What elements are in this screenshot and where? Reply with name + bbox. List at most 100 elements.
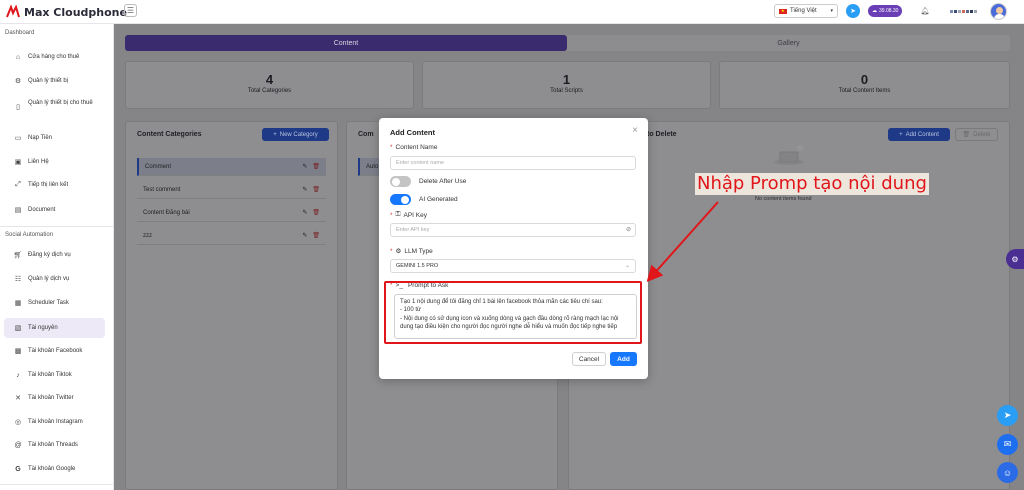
sidebar-item-twitter[interactable]: ✕ Tài khoản Twitter (4, 389, 105, 407)
sidebar-section-social: Social Automation (5, 232, 54, 238)
eye-off-icon[interactable]: ⊘ (626, 226, 631, 233)
sidebar-item-label: Đăng ký dịch vụ (28, 252, 71, 258)
sidebar-item-topup[interactable]: ▭ Nạp Tiền (4, 129, 105, 147)
llm-type-label: * ⚙ LLM Type (390, 247, 433, 256)
label-text: LLM Type (404, 247, 433, 255)
sidebar-item-affiliate[interactable]: ⤢ Tiếp thị liên kết (4, 176, 105, 194)
sidebar-item-label: Quản lý thiết bị (28, 78, 69, 84)
sidebar-item-instagram[interactable]: ◎ Tài khoản Instagram (4, 413, 105, 431)
stat-card-scripts: 1 Total Scripts (422, 61, 711, 109)
threads-icon: @ (14, 441, 22, 449)
sidebar-item-manage-service[interactable]: ☷ Quản lý dịch vụ (4, 270, 105, 288)
close-icon[interactable]: × (632, 125, 638, 136)
rented-device-icon: ▯ (16, 104, 20, 111)
label-text: Content Name (395, 144, 438, 151)
add-content-button[interactable]: + Add Content (888, 128, 950, 141)
input-placeholder: Enter API key (396, 227, 430, 233)
telegram-fab[interactable]: ➤ (997, 405, 1018, 426)
trash-icon[interactable]: 🗑︎ (312, 186, 320, 193)
edit-icon[interactable]: ✎ (302, 209, 307, 216)
new-category-button[interactable]: + New Category (262, 128, 329, 141)
affiliate-icon: ⤢ (15, 181, 21, 188)
sidebar-item-facebook[interactable]: ▩ Tài khoản Facebook (4, 342, 105, 360)
sidebar-item-document[interactable]: ▤ Document (4, 201, 105, 219)
sidebar-item-threads[interactable]: @ Tài khoản Threads (4, 436, 105, 454)
sidebar-item-google[interactable]: G Tài khoản Google (4, 460, 105, 478)
prompt-highlight-box (384, 281, 642, 344)
language-select[interactable]: Tiếng Việt ▾ (774, 4, 838, 18)
input-placeholder: Enter content name (396, 160, 445, 166)
top-bar: Max Cloudphone ☰ Tiếng Việt ▾ ➤ ☁ 39.08.… (0, 0, 1024, 24)
messenger-fab[interactable]: ✉ (997, 434, 1018, 455)
robot-icon: ⚙ (395, 248, 402, 255)
calendar-icon: ▦ (14, 300, 22, 307)
menu-toggle-icon[interactable]: ☰ (124, 4, 137, 17)
add-button[interactable]: Add (610, 352, 637, 366)
category-row[interactable]: zzz ✎ 🗑︎ (137, 227, 326, 245)
button-label: Add Content (905, 131, 939, 138)
script-label: Auto (366, 163, 379, 170)
content-name-label: * Content Name (390, 144, 438, 151)
button-label: Delete (973, 131, 991, 138)
category-row[interactable]: Test comment ✎ 🗑︎ (137, 181, 326, 199)
api-key-input[interactable]: Enter API key ⊘ (390, 223, 636, 237)
sidebar-item-label: Cửa hàng cho thuê (28, 54, 80, 60)
stat-value: 1 (562, 72, 571, 87)
category-row[interactable]: Content Đăng bài ✎ 🗑︎ (137, 204, 326, 222)
edit-icon[interactable]: ✎ (302, 163, 307, 170)
stat-card-content-items: 0 Total Content Items (719, 61, 1010, 109)
delete-after-use-toggle[interactable] (390, 176, 411, 187)
trash-icon[interactable]: 🗑︎ (312, 232, 320, 239)
content-name-input[interactable]: Enter content name (390, 156, 636, 170)
balance-value: 39.08.30 (879, 8, 899, 14)
stat-value: 0 (860, 72, 869, 87)
instagram-icon: ◎ (14, 419, 22, 426)
ai-generated-toggle[interactable] (390, 194, 411, 205)
plus-icon: + (273, 131, 277, 138)
sidebar-item-rented-devices[interactable]: ▯ Quản lý thiết bị cho thuê (4, 96, 105, 120)
stat-label: Total Content Items (838, 88, 891, 94)
facebook-icon: ▩ (14, 348, 22, 355)
edit-icon[interactable]: ✎ (302, 232, 307, 239)
sidebar-section-dashboard: Dashboard (5, 30, 35, 36)
tab-gallery[interactable]: Gallery (567, 35, 1010, 51)
trash-icon: 🗑︎ (962, 132, 971, 138)
categories-panel: Content Categories + New Category Commen… (125, 121, 338, 490)
category-row[interactable]: Comment ✎ 🗑︎ (137, 158, 326, 176)
sidebar-item-label: Tài khoản Google (28, 466, 76, 472)
sidebar-item-register-service[interactable]: 🛒︎ Đăng ký dịch vụ (4, 246, 105, 264)
toggle-knob (392, 177, 400, 186)
user-avatar[interactable] (990, 3, 1007, 20)
tab-content[interactable]: Content (125, 35, 567, 51)
sidebar-item-tiktok[interactable]: ♪ Tài khoản Tiktok (4, 366, 105, 384)
edit-icon[interactable]: ✎ (302, 186, 307, 193)
telegram-icon[interactable]: ➤ (846, 4, 860, 18)
vietnam-flag-icon (779, 8, 787, 14)
balance-badge[interactable]: ☁ 39.08.30 (868, 5, 903, 17)
empty-box-icon (774, 145, 804, 165)
scripts-title: Com (358, 131, 374, 138)
cancel-button[interactable]: Cancel (572, 352, 606, 366)
settings-side-tab[interactable]: ⚙ (1006, 249, 1024, 269)
sidebar-item-label: Tài khoản Threads (28, 442, 78, 448)
bell-icon[interactable]: 🔔︎ (918, 4, 932, 18)
sidebar-item-store[interactable]: ⌂ Cửa hàng cho thuê (4, 48, 105, 66)
contact-icon: ▣ (14, 159, 22, 166)
cloud-icon: ☁ (872, 8, 877, 14)
app-name: Max Cloudphone (24, 5, 127, 19)
sidebar-item-contact[interactable]: ▣ Liên Hệ (4, 153, 105, 171)
sidebar-item-devices[interactable]: ⚙ Quản lý thiết bị (4, 72, 105, 90)
app-logo[interactable]: Max Cloudphone (6, 5, 127, 19)
sidebar-item-label: Tiếp thị liên kết (28, 182, 69, 188)
llm-type-select[interactable]: GEMINI 1.5 PRO ⌄ (390, 259, 636, 273)
chat-fab[interactable]: ☺ (997, 462, 1018, 483)
trash-icon[interactable]: 🗑︎ (312, 209, 320, 216)
category-label: Content Đăng bài (143, 209, 190, 216)
stat-label: Total Scripts (550, 88, 583, 94)
chevron-down-icon: ⌄ (624, 263, 630, 269)
trash-icon[interactable]: 🗑︎ (312, 163, 320, 170)
sidebar-item-resources[interactable]: ▧ Tài nguyên (4, 318, 105, 338)
delete-content-button[interactable]: 🗑︎ Delete (955, 128, 998, 141)
stat-value: 4 (265, 72, 274, 87)
sidebar-item-scheduler[interactable]: ▦ Scheduler Task (4, 294, 105, 312)
